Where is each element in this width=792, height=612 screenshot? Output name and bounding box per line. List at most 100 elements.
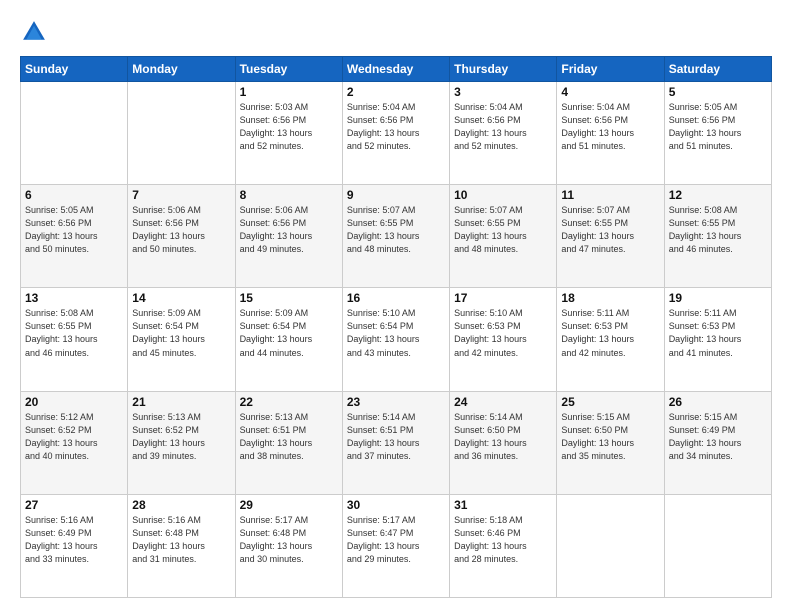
calendar-cell [21,82,128,185]
weekday-header-saturday: Saturday [664,57,771,82]
day-info: Sunrise: 5:11 AM Sunset: 6:53 PM Dayligh… [561,307,659,359]
logo [20,18,52,46]
day-number: 9 [347,188,445,202]
calendar-cell: 6 Sunrise: 5:05 AM Sunset: 6:56 PM Daylig… [21,185,128,288]
calendar-cell: 1 Sunrise: 5:03 AM Sunset: 6:56 PM Daylig… [235,82,342,185]
day-number: 25 [561,395,659,409]
day-info: Sunrise: 5:15 AM Sunset: 6:49 PM Dayligh… [669,411,767,463]
day-number: 10 [454,188,552,202]
day-info: Sunrise: 5:13 AM Sunset: 6:51 PM Dayligh… [240,411,338,463]
day-info: Sunrise: 5:17 AM Sunset: 6:48 PM Dayligh… [240,514,338,566]
day-info: Sunrise: 5:14 AM Sunset: 6:51 PM Dayligh… [347,411,445,463]
calendar-cell: 16Sunrise: 5:10 AM Sunset: 6:54 PM Dayli… [342,288,449,391]
day-info: Sunrise: 5:05 AM Sunset: 6:56 PM Dayligh… [669,101,767,153]
calendar-cell: 5 Sunrise: 5:05 AM Sunset: 6:56 PM Daylig… [664,82,771,185]
day-info: Sunrise: 5:15 AM Sunset: 6:50 PM Dayligh… [561,411,659,463]
day-info: Sunrise: 5:17 AM Sunset: 6:47 PM Dayligh… [347,514,445,566]
calendar-cell: 20 Sunrise: 5:12 AM Sunset: 6:52 PM Dayli… [21,391,128,494]
day-number: 19 [669,291,767,305]
calendar-cell: 8 Sunrise: 5:06 AM Sunset: 6:56 PM Daylig… [235,185,342,288]
day-number: 16 [347,291,445,305]
day-number: 17 [454,291,552,305]
day-number: 13 [25,291,123,305]
calendar-table: SundayMondayTuesdayWednesdayThursdayFrid… [20,56,772,598]
day-number: 22 [240,395,338,409]
day-info: Sunrise: 5:08 AM Sunset: 6:55 PM Dayligh… [669,204,767,256]
calendar-cell [664,494,771,597]
weekday-header-row: SundayMondayTuesdayWednesdayThursdayFrid… [21,57,772,82]
calendar-cell: 12 Sunrise: 5:08 AM Sunset: 6:55 PM Dayli… [664,185,771,288]
day-number: 21 [132,395,230,409]
day-number: 18 [561,291,659,305]
calendar-cell: 19 Sunrise: 5:11 AM Sunset: 6:53 PM Dayli… [664,288,771,391]
day-number: 8 [240,188,338,202]
day-info: Sunrise: 5:10 AM Sunset: 6:53 PM Dayligh… [454,307,552,359]
day-info: Sunrise: 5:07 AM Sunset: 6:55 PM Dayligh… [347,204,445,256]
day-number: 1 [240,85,338,99]
calendar-cell: 2 Sunrise: 5:04 AM Sunset: 6:56 PM Daylig… [342,82,449,185]
day-info: Sunrise: 5:09 AM Sunset: 6:54 PM Dayligh… [240,307,338,359]
day-number: 6 [25,188,123,202]
calendar-cell: 28 Sunrise: 5:16 AM Sunset: 6:48 PM Dayli… [128,494,235,597]
day-number: 2 [347,85,445,99]
day-number: 27 [25,498,123,512]
day-number: 15 [240,291,338,305]
day-number: 4 [561,85,659,99]
day-number: 20 [25,395,123,409]
calendar-cell [128,82,235,185]
day-number: 3 [454,85,552,99]
calendar-cell: 23Sunrise: 5:14 AM Sunset: 6:51 PM Dayli… [342,391,449,494]
day-number: 14 [132,291,230,305]
calendar-cell: 21Sunrise: 5:13 AM Sunset: 6:52 PM Dayli… [128,391,235,494]
logo-icon [20,18,48,46]
day-number: 28 [132,498,230,512]
weekday-header-monday: Monday [128,57,235,82]
week-row-4: 20 Sunrise: 5:12 AM Sunset: 6:52 PM Dayli… [21,391,772,494]
day-number: 11 [561,188,659,202]
day-info: Sunrise: 5:11 AM Sunset: 6:53 PM Dayligh… [669,307,767,359]
calendar-cell: 10 Sunrise: 5:07 AM Sunset: 6:55 PM Dayli… [450,185,557,288]
day-info: Sunrise: 5:07 AM Sunset: 6:55 PM Dayligh… [454,204,552,256]
calendar-cell: 7Sunrise: 5:06 AM Sunset: 6:56 PM Daylig… [128,185,235,288]
day-info: Sunrise: 5:09 AM Sunset: 6:54 PM Dayligh… [132,307,230,359]
page: SundayMondayTuesdayWednesdayThursdayFrid… [0,0,792,612]
day-info: Sunrise: 5:04 AM Sunset: 6:56 PM Dayligh… [454,101,552,153]
calendar-cell: 17 Sunrise: 5:10 AM Sunset: 6:53 PM Dayli… [450,288,557,391]
calendar-cell: 11Sunrise: 5:07 AM Sunset: 6:55 PM Dayli… [557,185,664,288]
calendar-cell: 3 Sunrise: 5:04 AM Sunset: 6:56 PM Daylig… [450,82,557,185]
day-info: Sunrise: 5:04 AM Sunset: 6:56 PM Dayligh… [347,101,445,153]
day-info: Sunrise: 5:05 AM Sunset: 6:56 PM Dayligh… [25,204,123,256]
day-info: Sunrise: 5:14 AM Sunset: 6:50 PM Dayligh… [454,411,552,463]
week-row-5: 27 Sunrise: 5:16 AM Sunset: 6:49 PM Dayli… [21,494,772,597]
day-info: Sunrise: 5:06 AM Sunset: 6:56 PM Dayligh… [240,204,338,256]
day-number: 12 [669,188,767,202]
day-info: Sunrise: 5:04 AM Sunset: 6:56 PM Dayligh… [561,101,659,153]
weekday-header-wednesday: Wednesday [342,57,449,82]
weekday-header-thursday: Thursday [450,57,557,82]
day-info: Sunrise: 5:16 AM Sunset: 6:49 PM Dayligh… [25,514,123,566]
calendar-cell: 14 Sunrise: 5:09 AM Sunset: 6:54 PM Dayli… [128,288,235,391]
calendar-cell: 24 Sunrise: 5:14 AM Sunset: 6:50 PM Dayli… [450,391,557,494]
calendar-cell: 13 Sunrise: 5:08 AM Sunset: 6:55 PM Dayli… [21,288,128,391]
day-info: Sunrise: 5:08 AM Sunset: 6:55 PM Dayligh… [25,307,123,359]
calendar-cell: 18 Sunrise: 5:11 AM Sunset: 6:53 PM Dayli… [557,288,664,391]
day-number: 24 [454,395,552,409]
calendar-cell: 31Sunrise: 5:18 AM Sunset: 6:46 PM Dayli… [450,494,557,597]
calendar-cell: 25 Sunrise: 5:15 AM Sunset: 6:50 PM Dayli… [557,391,664,494]
day-info: Sunrise: 5:16 AM Sunset: 6:48 PM Dayligh… [132,514,230,566]
calendar-cell: 15 Sunrise: 5:09 AM Sunset: 6:54 PM Dayli… [235,288,342,391]
day-info: Sunrise: 5:03 AM Sunset: 6:56 PM Dayligh… [240,101,338,153]
day-number: 5 [669,85,767,99]
week-row-3: 13 Sunrise: 5:08 AM Sunset: 6:55 PM Dayli… [21,288,772,391]
weekday-header-tuesday: Tuesday [235,57,342,82]
weekday-header-sunday: Sunday [21,57,128,82]
day-info: Sunrise: 5:06 AM Sunset: 6:56 PM Dayligh… [132,204,230,256]
day-number: 30 [347,498,445,512]
calendar-cell [557,494,664,597]
day-number: 29 [240,498,338,512]
calendar-cell: 30 Sunrise: 5:17 AM Sunset: 6:47 PM Dayli… [342,494,449,597]
day-info: Sunrise: 5:12 AM Sunset: 6:52 PM Dayligh… [25,411,123,463]
weekday-header-friday: Friday [557,57,664,82]
day-number: 31 [454,498,552,512]
calendar-cell: 22 Sunrise: 5:13 AM Sunset: 6:51 PM Dayli… [235,391,342,494]
